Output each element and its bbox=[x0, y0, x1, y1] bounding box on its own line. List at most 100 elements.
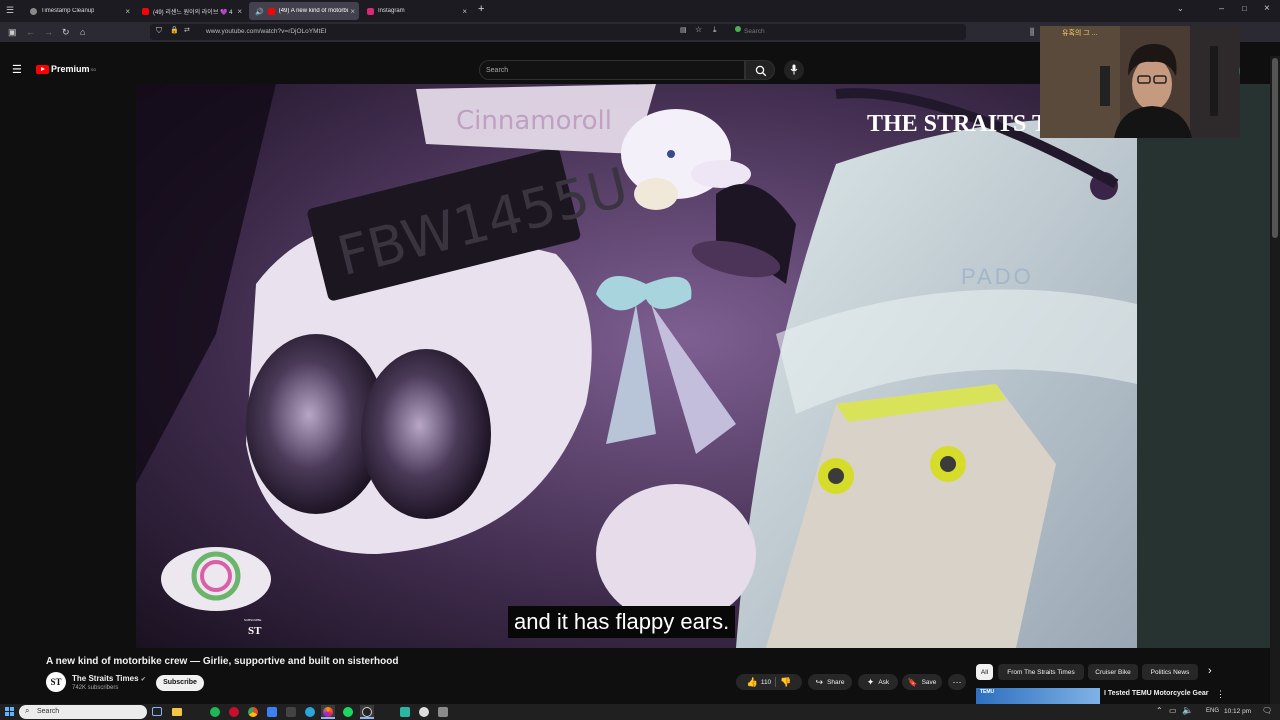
share-button[interactable]: ↪ Share bbox=[808, 674, 852, 690]
network-icon[interactable]: ▭ bbox=[1169, 706, 1177, 715]
chip-politics-news[interactable]: Politics News bbox=[1142, 664, 1198, 680]
keyboard-language[interactable]: ENG bbox=[1206, 708, 1219, 714]
chip-all[interactable]: All bbox=[976, 664, 993, 680]
voice-search-button[interactable] bbox=[784, 60, 804, 80]
tab-instagram[interactable]: Instagram × bbox=[361, 2, 471, 20]
permissions-icon[interactable]: ⇄ bbox=[184, 26, 190, 34]
tab-live-stream[interactable]: (49) 리센느 원이의 라이브 💜 4 × bbox=[136, 2, 246, 20]
search-engine-icon bbox=[735, 26, 741, 32]
page-scrollbar[interactable] bbox=[1270, 56, 1280, 704]
more-vertical-icon[interactable]: ⋮ bbox=[1216, 689, 1225, 700]
app-icon-grey[interactable] bbox=[438, 707, 448, 717]
close-window-icon[interactable]: × bbox=[1264, 3, 1270, 14]
windows-start-icon[interactable] bbox=[5, 707, 14, 716]
chip-from-channel[interactable]: From The Straits Times bbox=[998, 664, 1084, 680]
like-button[interactable]: 👍 110 bbox=[747, 677, 772, 688]
ask-button[interactable]: ✦ Ask bbox=[858, 674, 898, 690]
divider bbox=[775, 677, 777, 687]
youtube-premium-logo[interactable]: Premium SG bbox=[36, 64, 96, 74]
save-button[interactable]: 🔖 Save bbox=[902, 674, 942, 690]
microphone-icon bbox=[790, 64, 798, 75]
app-icon-cyan[interactable] bbox=[305, 707, 315, 717]
taskbar-search-box[interactable]: ⌕ Search bbox=[19, 705, 147, 719]
spotify-green-icon[interactable] bbox=[343, 707, 353, 717]
dislike-button[interactable]: 👎 bbox=[780, 677, 791, 688]
recommended-title: I Tested TEMU Motorcycle Gear bbox=[1104, 690, 1209, 697]
st-corner-logo: ST bbox=[248, 625, 262, 637]
tab-motorbike-video[interactable]: 🔊 (49) A new kind of motorbi × bbox=[249, 2, 359, 20]
thumb-down-icon: 👎 bbox=[780, 676, 792, 687]
search-icon: ⌕ bbox=[25, 706, 30, 715]
volume-icon[interactable]: 🔈 bbox=[1182, 705, 1193, 716]
file-explorer-icon[interactable] bbox=[172, 708, 182, 716]
video-caption: and it has flappy ears. bbox=[508, 606, 736, 638]
tray-chevron-icon[interactable]: ⌃ bbox=[1156, 706, 1163, 715]
notifications-icon[interactable]: 🗨 bbox=[1262, 706, 1272, 715]
channel-avatar[interactable]: ST bbox=[46, 672, 66, 692]
streamer-webcam-image bbox=[1040, 26, 1240, 138]
channel-name[interactable]: The Straits Times ✔ bbox=[72, 674, 146, 683]
globe-icon bbox=[30, 7, 37, 15]
shield-icon[interactable]: ⛉ bbox=[156, 26, 162, 36]
close-tab-icon[interactable]: × bbox=[350, 7, 355, 16]
recommended-video[interactable]: TEMU I Tested TEMU Motorcycle Gear ⋮ bbox=[976, 688, 1226, 704]
search-button[interactable] bbox=[745, 60, 775, 80]
home-icon[interactable]: ⌂ bbox=[80, 22, 85, 42]
country-badge: SG bbox=[90, 66, 97, 72]
back-icon[interactable]: ← bbox=[26, 22, 35, 42]
instagram-icon bbox=[367, 7, 374, 15]
tab-list-icon[interactable]: ☰ bbox=[6, 5, 14, 16]
app-icon-dark[interactable] bbox=[286, 707, 296, 717]
new-tab-icon[interactable]: + bbox=[478, 3, 484, 15]
menu-icon[interactable]: ☰ bbox=[12, 63, 22, 76]
app-icon-blue[interactable] bbox=[267, 707, 277, 717]
app-icon-white[interactable] bbox=[419, 707, 429, 717]
subscribe-button[interactable]: Subscribe bbox=[156, 675, 204, 691]
clock[interactable]: 10:12 pm bbox=[1224, 708, 1251, 715]
chip-cruiser-bike[interactable]: Cruiser Bike bbox=[1088, 664, 1138, 680]
browser-tab-bar: ☰ Timestamp Cleanup × (49) 리센느 원이의 라이브 💜… bbox=[0, 0, 1280, 22]
youtube-logo-icon bbox=[36, 64, 49, 74]
app-icon-teal[interactable] bbox=[400, 707, 410, 717]
more-actions-button[interactable]: ⋯ bbox=[948, 674, 966, 690]
library-icon[interactable]: ⫼ bbox=[1030, 22, 1034, 42]
close-tab-icon[interactable]: × bbox=[125, 7, 130, 16]
forward-icon[interactable]: → bbox=[44, 22, 53, 42]
speaker-icon: 🔊 bbox=[255, 8, 264, 16]
reload-icon[interactable]: ↻ bbox=[62, 22, 70, 42]
url-text[interactable]: www.youtube.com/watch?v=rDjOLoYMtEI bbox=[206, 28, 326, 35]
video-title: A new kind of motorbike crew — Girlie, s… bbox=[46, 656, 399, 667]
firefox-icon[interactable] bbox=[321, 705, 335, 719]
task-view-icon[interactable] bbox=[152, 707, 162, 716]
lock-icon[interactable]: 🔒 bbox=[170, 26, 179, 34]
sidebar-icon[interactable]: ▣ bbox=[8, 22, 17, 42]
corner-subscribe-label: SUBSCRIBE bbox=[244, 618, 261, 622]
bookmark-icon: 🔖 bbox=[907, 677, 918, 687]
list-tabs-icon[interactable]: ⌄ bbox=[1177, 4, 1184, 13]
verified-check-icon: ✔ bbox=[140, 677, 146, 683]
reader-icon[interactable]: ▤ bbox=[680, 26, 687, 34]
close-tab-icon[interactable]: × bbox=[237, 7, 242, 16]
app-icon-red[interactable] bbox=[229, 707, 239, 717]
bookmark-star-icon[interactable]: ☆ bbox=[695, 25, 702, 34]
nav-search-input[interactable]: Search bbox=[744, 28, 765, 35]
obs-icon[interactable] bbox=[360, 705, 374, 719]
chrome-icon[interactable] bbox=[248, 707, 258, 717]
tab-timestamp-cleanup[interactable]: Timestamp Cleanup × bbox=[24, 2, 134, 20]
minimize-icon[interactable]: – bbox=[1219, 3, 1224, 13]
sparkle-icon: ✦ bbox=[866, 676, 875, 687]
chevron-right-icon[interactable]: › bbox=[1208, 665, 1212, 677]
scrollbar-thumb[interactable] bbox=[1272, 58, 1278, 238]
search-input[interactable]: Search bbox=[479, 60, 745, 80]
video-player[interactable]: PADO FBW1455U Cinnamoroll THE STRAITS TI… bbox=[136, 84, 1137, 648]
spotify-icon[interactable] bbox=[210, 707, 220, 717]
download-icon[interactable]: ⤓ bbox=[713, 25, 717, 35]
maximize-icon[interactable]: □ bbox=[1242, 4, 1247, 13]
video-side-area bbox=[1137, 84, 1270, 648]
sticker-text: Cinnamoroll bbox=[456, 106, 612, 136]
windows-taskbar: ⌕ Search ⌃ ▭ 🔈 ENG 10:12 pm 🗨 bbox=[0, 704, 1280, 720]
webcam-overlay: 유혹의 그 ... bbox=[1040, 26, 1240, 138]
youtube-header: ☰ Premium SG Search bbox=[0, 56, 1040, 84]
url-bar[interactable]: ⛉ 🔒 ⇄ www.youtube.com/watch?v=rDjOLoYMtE… bbox=[150, 24, 966, 40]
close-tab-icon[interactable]: × bbox=[462, 7, 467, 16]
